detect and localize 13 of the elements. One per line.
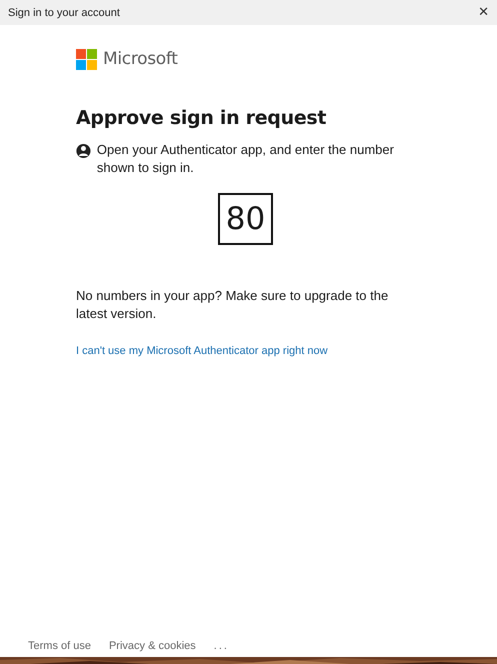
close-button[interactable]: ✕ (476, 5, 491, 20)
privacy-link[interactable]: Privacy & cookies (108, 640, 196, 652)
logo-icon (76, 48, 97, 70)
logo-text: Microsoft (103, 49, 178, 69)
page-heading: Approve sign in request (76, 107, 328, 129)
more-options-button[interactable]: ... (214, 640, 229, 652)
instruction-text: Open your Authenticator app, and enter the number shown to sign in. (96, 141, 395, 177)
lock-person-icon (76, 141, 91, 161)
alternative-method-link[interactable]: I can't use my Microsoft Authenticator app right now (76, 345, 328, 357)
terms-link[interactable]: Terms of use (28, 640, 91, 652)
window-title: Sign in to your account (8, 6, 120, 18)
verification-number: 80 (218, 193, 273, 245)
upgrade-note: No numbers in your app? Make sure to upgrade to the latest version. (76, 287, 390, 323)
